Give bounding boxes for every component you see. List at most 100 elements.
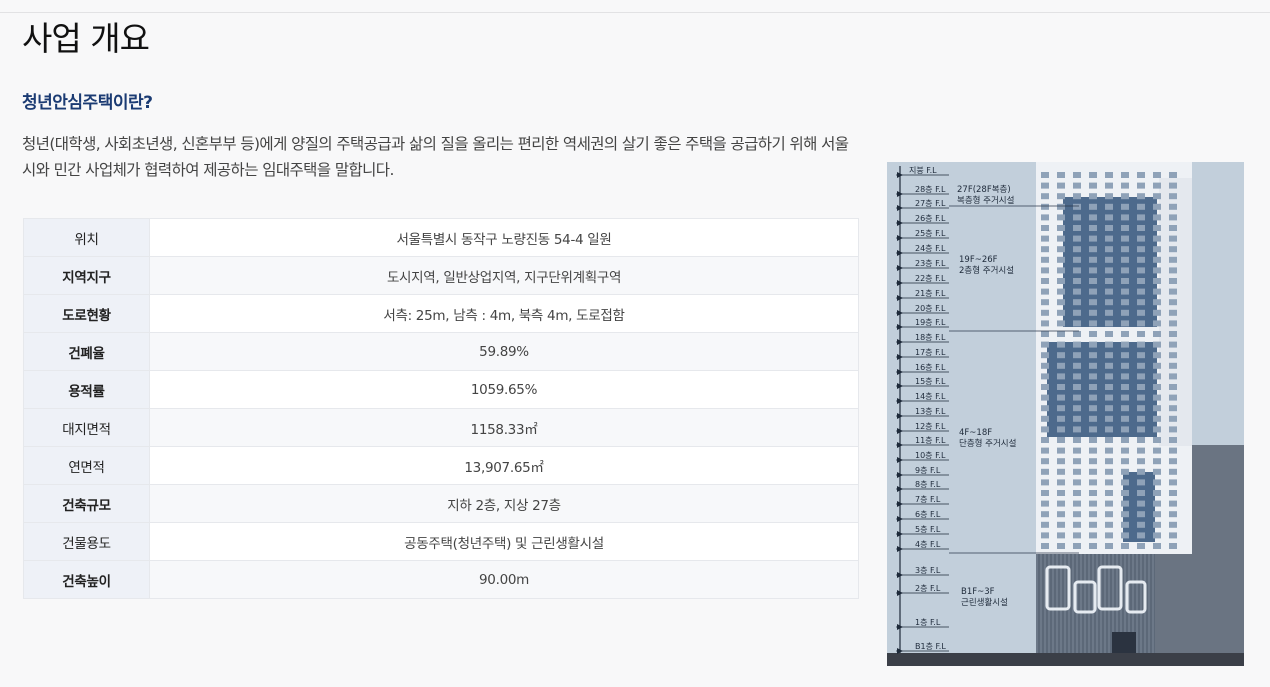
window xyxy=(1057,468,1065,475)
window xyxy=(1089,521,1097,528)
window xyxy=(1057,500,1065,507)
window xyxy=(1041,235,1049,242)
window xyxy=(1153,447,1161,454)
zone-use: 2층형 주거시설 xyxy=(959,265,1014,276)
window xyxy=(1073,246,1081,253)
window xyxy=(1121,362,1129,369)
floor-label: 22층 F.L xyxy=(915,274,946,283)
window xyxy=(1089,458,1097,465)
window xyxy=(1169,384,1177,390)
window xyxy=(1041,288,1049,295)
window xyxy=(1089,278,1097,284)
window xyxy=(1089,214,1097,221)
window xyxy=(1041,267,1049,274)
window xyxy=(1057,352,1065,359)
window xyxy=(1041,532,1049,539)
window xyxy=(1105,341,1113,348)
window xyxy=(1073,225,1081,231)
window xyxy=(1121,458,1129,465)
window xyxy=(1169,288,1177,295)
floor-label: 15층 F.L xyxy=(915,377,946,386)
window xyxy=(1041,331,1049,337)
window xyxy=(1057,405,1065,412)
window xyxy=(1121,394,1129,401)
window xyxy=(1041,362,1049,369)
window xyxy=(1121,182,1129,189)
building-elevation-drawing: 지붕 F.L 28층 F.L 27층 F.L 26층 F.L 25층 F.L 24층 F.… xyxy=(887,162,1244,666)
window xyxy=(1169,309,1177,316)
floor-label: 14층 F.L xyxy=(915,392,946,401)
window xyxy=(1169,203,1177,210)
window xyxy=(1137,309,1145,316)
window xyxy=(1121,447,1129,454)
window xyxy=(1073,309,1081,316)
window xyxy=(1105,267,1113,274)
window xyxy=(1089,468,1097,475)
window xyxy=(1089,437,1097,443)
window xyxy=(1057,341,1065,348)
window xyxy=(1089,405,1097,412)
window xyxy=(1073,521,1081,528)
window xyxy=(1057,203,1065,210)
window xyxy=(1105,288,1113,295)
window xyxy=(1153,341,1161,348)
window xyxy=(1137,426,1145,433)
window xyxy=(1041,405,1049,412)
window xyxy=(1073,267,1081,274)
zone-title: 19F~26F xyxy=(959,255,998,265)
window xyxy=(1041,384,1049,390)
window xyxy=(1153,256,1161,263)
window xyxy=(1121,532,1129,539)
window xyxy=(1121,256,1129,263)
window xyxy=(1057,447,1065,454)
window xyxy=(1105,193,1113,200)
window xyxy=(1089,235,1097,242)
window xyxy=(1121,521,1129,528)
window xyxy=(1153,521,1161,528)
section-subtitle: 청년안심주택이란? xyxy=(22,93,153,113)
window xyxy=(1121,309,1129,316)
window xyxy=(1169,172,1177,178)
window xyxy=(1073,352,1081,359)
row-value: 59.89% xyxy=(149,332,859,371)
floor-label: 28층 F.L xyxy=(915,185,946,194)
window xyxy=(1121,235,1129,242)
window xyxy=(1153,394,1161,401)
window xyxy=(1041,479,1049,486)
window xyxy=(1105,468,1113,475)
window xyxy=(1121,341,1129,348)
window xyxy=(1153,193,1161,200)
window xyxy=(1073,543,1081,549)
window xyxy=(1137,299,1145,306)
window xyxy=(1169,341,1177,348)
row-label: 건축규모 xyxy=(23,484,150,523)
floor-label: 13층 F.L xyxy=(915,407,946,416)
window xyxy=(1073,532,1081,539)
table-row: 대지면적 1158.33㎡ xyxy=(23,408,859,447)
window xyxy=(1153,278,1161,284)
floor-label: 4층 F.L xyxy=(915,540,941,549)
window xyxy=(1121,299,1129,306)
overview-table: 위치 서울특별시 동작구 노량진동 54-4 일원 지역지구 도시지역, 일반상업지역… xyxy=(23,218,859,599)
window xyxy=(1169,511,1177,518)
zone-title: B1F~3F xyxy=(961,587,995,597)
window xyxy=(1153,182,1161,189)
window xyxy=(1121,511,1129,518)
window xyxy=(1073,373,1081,380)
window xyxy=(1153,511,1161,518)
window xyxy=(1105,352,1113,359)
window xyxy=(1153,267,1161,274)
row-label: 지역지구 xyxy=(23,256,150,295)
floor-label: B1층 F.L xyxy=(915,642,946,651)
window xyxy=(1169,182,1177,189)
zone-use: 근린생활시설 xyxy=(961,597,1008,608)
window xyxy=(1089,246,1097,253)
window xyxy=(1153,500,1161,507)
window xyxy=(1105,458,1113,465)
window xyxy=(1137,405,1145,412)
window xyxy=(1089,426,1097,433)
floor-label: 10층 F.L xyxy=(915,451,946,460)
window xyxy=(1121,225,1129,231)
row-value: 13,907.65㎡ xyxy=(149,446,859,485)
window xyxy=(1041,352,1049,359)
